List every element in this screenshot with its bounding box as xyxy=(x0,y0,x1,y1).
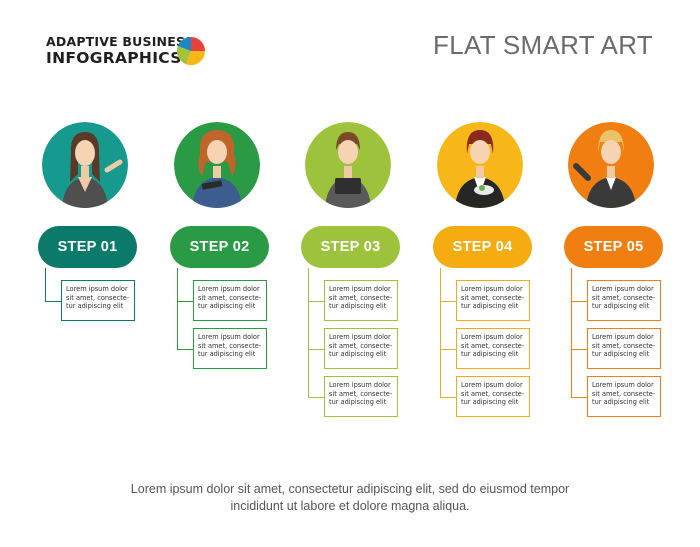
step-item: Lorem ipsum dolor sit amet, consecte-tur… xyxy=(587,328,661,369)
step-column-1: STEP 01 Lorem ipsum dolor sit amet, cons… xyxy=(38,122,173,422)
connector-branch xyxy=(440,349,456,350)
step-column-3: STEP 03 Lorem ipsum dolor sit amet, cons… xyxy=(301,122,436,422)
avatar-woman-2 xyxy=(174,122,260,208)
step-pill: STEP 05 xyxy=(564,226,663,268)
step-item: Lorem ipsum dolor sit amet, consecte-tur… xyxy=(324,280,398,321)
footer-line-1: Lorem ipsum dolor sit amet, consectetur … xyxy=(130,482,570,496)
connector-line xyxy=(308,268,324,397)
step-column-4: STEP 04 Lorem ipsum dolor sit amet, cons… xyxy=(433,122,568,422)
brand-line-2: INFOGRAPHICS xyxy=(46,49,182,67)
connector-branch xyxy=(440,301,456,302)
avatar-woman-5 xyxy=(568,122,654,208)
connector-line xyxy=(45,268,61,301)
footer-line-2: incididunt ut labore et dolore magna ali… xyxy=(230,499,470,513)
step-item: Lorem ipsum dolor sit amet, consecte-tur… xyxy=(193,328,267,369)
step-item: Lorem ipsum dolor sit amet, consecte-tur… xyxy=(61,280,135,321)
step-item: Lorem ipsum dolor sit amet, consecte-tur… xyxy=(193,280,267,321)
connector-branch xyxy=(571,349,587,350)
pie-logo-icon xyxy=(176,36,206,66)
connector-branch xyxy=(571,397,587,398)
step-pill: STEP 03 xyxy=(301,226,400,268)
step-column-2: STEP 02 Lorem ipsum dolor sit amet, cons… xyxy=(170,122,305,422)
step-pill: STEP 01 xyxy=(38,226,137,268)
step-item: Lorem ipsum dolor sit amet, consecte-tur… xyxy=(324,328,398,369)
connector-branch xyxy=(45,301,61,302)
connector-branch xyxy=(308,349,324,350)
page-title: FLAT SMART ART xyxy=(433,30,653,60)
step-item: Lorem ipsum dolor sit amet, consecte-tur… xyxy=(456,376,530,417)
connector-branch xyxy=(571,301,587,302)
step-pill: STEP 02 xyxy=(170,226,269,268)
step-pill: STEP 04 xyxy=(433,226,532,268)
avatar-woman-4 xyxy=(437,122,523,208)
step-item: Lorem ipsum dolor sit amet, consecte-tur… xyxy=(456,280,530,321)
step-item: Lorem ipsum dolor sit amet, consecte-tur… xyxy=(324,376,398,417)
brand-line-1: ADAPTIVE BUSINESS xyxy=(46,34,194,49)
step-item: Lorem ipsum dolor sit amet, consecte-tur… xyxy=(456,328,530,369)
connector-line xyxy=(571,268,587,397)
step-column-5: STEP 05 Lorem ipsum dolor sit amet, cons… xyxy=(564,122,699,422)
connector-line xyxy=(440,268,456,397)
brand-block: ADAPTIVE BUSINESS INFOGRAPHICS xyxy=(46,34,194,67)
avatar-woman-1 xyxy=(42,122,128,208)
connector-branch xyxy=(308,397,324,398)
step-item: Lorem ipsum dolor sit amet, consecte-tur… xyxy=(587,376,661,417)
avatar-woman-3 xyxy=(305,122,391,208)
connector-branch xyxy=(177,301,193,302)
connector-line xyxy=(177,268,193,349)
connector-branch xyxy=(440,397,456,398)
connector-branch xyxy=(177,349,193,350)
connector-branch xyxy=(308,301,324,302)
step-item: Lorem ipsum dolor sit amet, consecte-tur… xyxy=(587,280,661,321)
footer-text: Lorem ipsum dolor sit amet, consectetur … xyxy=(0,481,700,515)
